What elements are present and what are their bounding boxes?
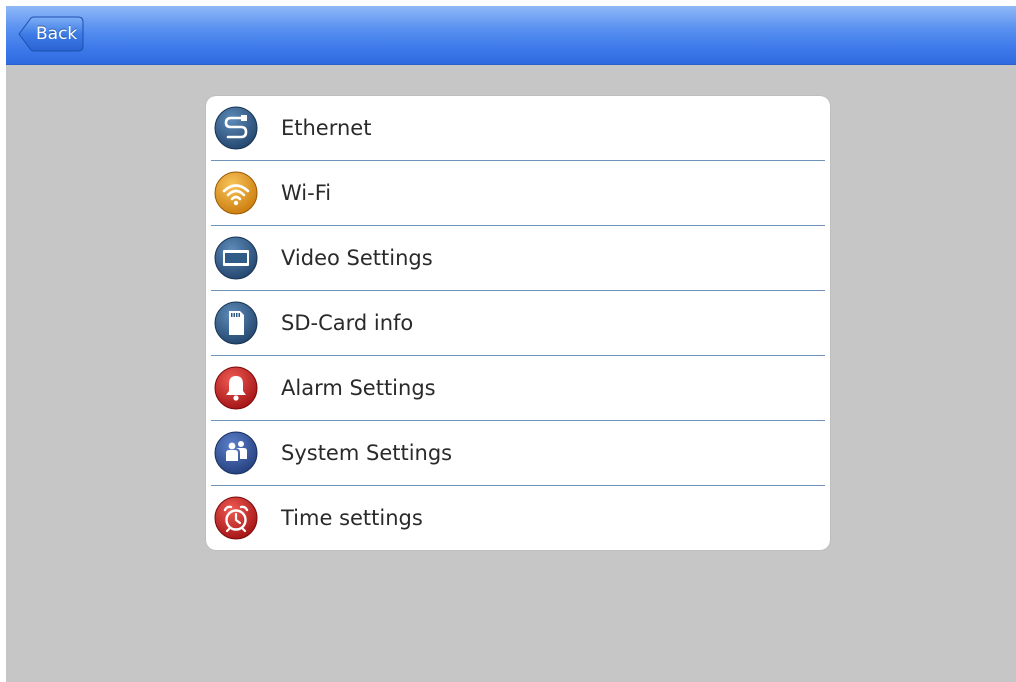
ethernet-icon bbox=[214, 106, 258, 150]
app-window: Back Ethernet Wi-Fi Video Settings SD-Ca… bbox=[6, 6, 1016, 682]
menu-item-label: SD-Card info bbox=[281, 311, 414, 335]
system-settings-icon bbox=[214, 431, 258, 475]
video-settings-icon bbox=[214, 236, 258, 280]
menu-item-label: Wi-Fi bbox=[281, 181, 332, 205]
settings-menu-card: Ethernet Wi-Fi Video Settings SD-Card in… bbox=[206, 96, 830, 550]
back-button[interactable]: Back bbox=[18, 16, 84, 52]
menu-item-time-settings[interactable]: Time settings bbox=[206, 486, 830, 551]
top-bar: Back bbox=[6, 6, 1016, 65]
menu-item-ethernet[interactable]: Ethernet bbox=[206, 96, 830, 161]
menu-item-alarm-settings[interactable]: Alarm Settings bbox=[206, 356, 830, 421]
menu-item-label: System Settings bbox=[281, 441, 453, 465]
wifi-icon bbox=[214, 171, 258, 215]
menu-item-video-settings[interactable]: Video Settings bbox=[206, 226, 830, 291]
alarm-clock-icon bbox=[214, 496, 258, 540]
menu-item-sd-card-info[interactable]: SD-Card info bbox=[206, 291, 830, 356]
sd-card-icon bbox=[214, 301, 258, 345]
menu-item-label: Ethernet bbox=[281, 116, 372, 140]
alarm-bell-icon bbox=[214, 366, 258, 410]
menu-item-label: Time settings bbox=[281, 506, 423, 530]
menu-item-system-settings[interactable]: System Settings bbox=[206, 421, 830, 486]
back-button-label: Back bbox=[36, 24, 78, 44]
menu-item-wifi[interactable]: Wi-Fi bbox=[206, 161, 830, 226]
settings-menu-list: Ethernet Wi-Fi Video Settings SD-Card in… bbox=[206, 96, 830, 551]
menu-item-label: Alarm Settings bbox=[281, 376, 436, 400]
menu-item-label: Video Settings bbox=[281, 246, 433, 270]
